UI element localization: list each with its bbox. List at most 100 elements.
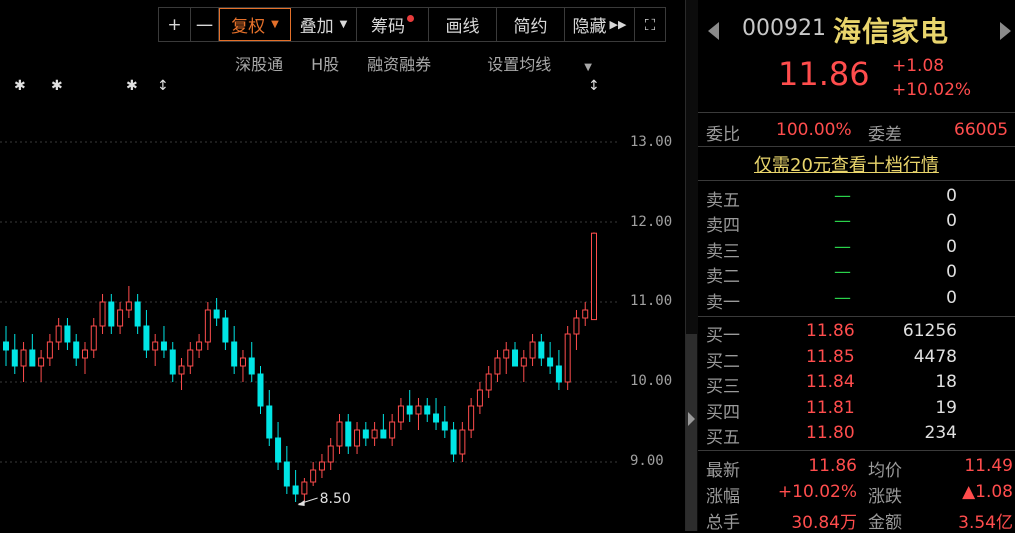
ask-row[interactable]: 卖五 — 0 [698,186,1015,211]
ma-settings-label: 设置均线 [487,55,552,74]
bid-row[interactable]: 买四 11.81 19 [698,397,1015,423]
candle [520,350,527,382]
updown-arrow-icon[interactable]: ↕ [157,78,169,94]
candle [336,414,343,454]
candle [248,342,255,382]
stat-label: 总手 [706,513,740,533]
candle [345,414,352,454]
collapse-arrow-icon[interactable] [688,412,695,426]
event-star-icon[interactable]: ✱ [126,78,138,94]
low-marker-label: 8.50 [320,491,351,507]
zoom-in-button[interactable]: + [159,8,191,41]
candle [389,414,396,446]
candle-body [555,365,562,383]
stock-name: 海信家电 [833,15,950,48]
event-star-icon[interactable]: ✱ [51,78,63,94]
candle-body [38,357,45,367]
candle [90,318,97,358]
splitter-handle[interactable] [686,334,697,531]
candle-body [529,341,536,359]
hide-label: 隐藏 [572,17,607,37]
candlestick-chart[interactable]: 8.50 [0,0,685,531]
event-star-icon[interactable]: ✱ [14,78,26,94]
panel-splitter[interactable] [685,0,699,531]
bid-row[interactable]: 买一 11.86 61256 [698,321,1015,346]
next-stock-icon[interactable] [1000,22,1011,40]
weibi-value: 100.00% [776,120,852,140]
bid-price: 11.80 [806,423,855,444]
divider [698,112,1015,113]
candle [38,350,45,382]
ask-price: — [834,211,851,232]
candle-body [345,421,352,447]
candle [160,326,167,358]
candle-body [292,485,299,495]
prev-stock-icon[interactable] [708,22,719,40]
candle-body [494,357,501,375]
bid-row[interactable]: 买五 11.80 234 [698,423,1015,448]
candle [538,334,545,366]
stat-value: +10.02% [777,482,857,502]
candle-body [424,405,431,415]
ask-row[interactable]: 卖一 — 0 [698,287,1015,313]
bid-volume: 18 [935,372,957,393]
draw-line-button[interactable]: 画线 [429,8,497,41]
candle-body [231,341,238,367]
bid-row[interactable]: 买三 11.84 18 [698,372,1015,397]
candle-body [485,373,492,391]
divider [698,146,1015,147]
ask-row[interactable]: 卖二 — 0 [698,262,1015,287]
candle [415,398,422,430]
margin-trading-link[interactable]: 融资融券 [367,51,431,75]
candle [318,454,325,478]
candle-body [169,349,176,375]
candle [99,294,106,334]
weibi-label: 委比 [706,125,740,145]
kline-chart-area[interactable]: 8.50 ✱ ✱ ✱ ↕ ↕ + 一 复权 ▼ 叠加 ▼ 筹码 画线 简约 隐藏 ▶▶… [0,0,685,531]
fullscreen-icon[interactable]: ⛶ [635,8,665,41]
bid-volume: 234 [924,423,957,444]
candle-body [239,357,246,367]
weicha-value: 66005 [954,120,1009,140]
candle [292,470,299,502]
ma-settings-dropdown[interactable]: 设置均线 ▼ [459,51,592,75]
candle-body [178,365,185,375]
stat-value: 30.84万 [791,513,857,533]
candle [178,358,185,390]
candle [476,382,483,414]
candle [64,318,71,350]
stat-label: 均价 [868,461,902,481]
chips-button[interactable]: 筹码 [357,8,429,41]
y-tick-label: 10.00 [630,373,673,389]
candle-body [3,341,9,351]
shenguton-link[interactable]: 深股通 [235,51,283,75]
stats-row: 最新 11.86 均价 11.49 [698,456,1015,481]
overlay-dropdown[interactable]: 叠加 ▼ [291,8,357,41]
candle-body [213,309,220,319]
candle [441,406,448,438]
zoom-out-button[interactable]: 一 [191,8,219,41]
fuquan-dropdown[interactable]: 复权 ▼ [219,8,291,41]
hshare-link[interactable]: H股 [311,51,339,75]
candle [547,342,554,374]
simple-mode-button[interactable]: 简约 [497,8,565,41]
candle-body [468,405,475,431]
hide-button[interactable]: 隐藏 ▶▶ [565,8,635,41]
ask-price: — [834,287,851,308]
candle [459,422,466,462]
candle-body [73,341,80,359]
ask-row[interactable]: 卖四 — 0 [698,211,1015,236]
bid-row[interactable]: 买二 11.85 4478 [698,347,1015,372]
candle [187,342,194,374]
price-change-pct: +10.02% [892,80,972,100]
ask-row[interactable]: 卖三 — 0 [698,237,1015,262]
candle-body [450,429,457,455]
candle [11,334,18,374]
candle [213,298,220,326]
bid-volume: 61256 [902,321,957,341]
chips-label: 筹码 [371,17,405,37]
updown-arrow-icon[interactable]: ↕ [588,78,600,94]
level2-promo-link[interactable]: 仅需20元查看十档行情 [754,151,939,177]
candle [196,334,203,358]
bid-price: 11.81 [806,397,855,418]
